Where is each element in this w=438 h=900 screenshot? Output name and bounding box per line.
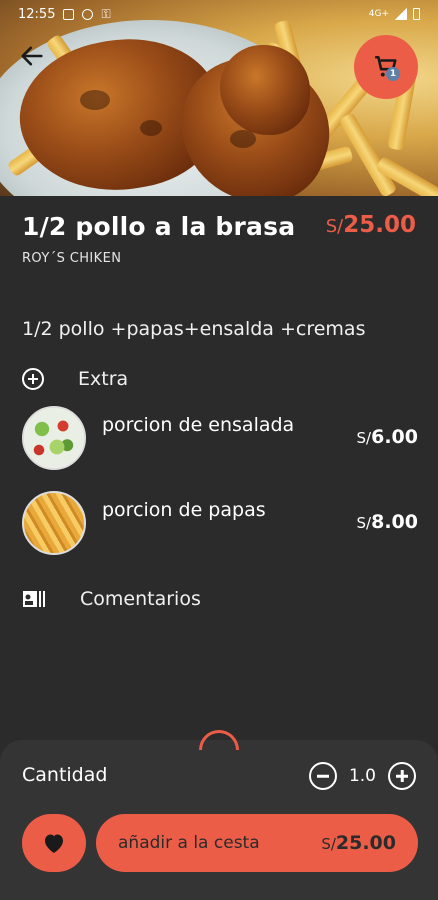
favorite-button[interactable] [22, 814, 86, 872]
fries-thumbnail [22, 491, 86, 555]
extra-item[interactable]: porcion de papas S/8.00 [22, 491, 418, 555]
quantity-value: 1.0 [348, 766, 376, 786]
total-amount: 25.00 [335, 832, 396, 854]
extra-item-amount: 6.00 [371, 426, 418, 448]
salad-thumbnail [22, 406, 86, 470]
product-price: S/25.00 [326, 212, 416, 238]
product-image [0, 0, 438, 196]
back-arrow-icon[interactable] [18, 42, 46, 70]
quantity-stepper: 1.0 [308, 762, 416, 790]
battery-icon [413, 8, 420, 20]
price-amount: 25.00 [343, 212, 416, 238]
heart-icon [45, 834, 63, 853]
decrease-quantity-button[interactable] [308, 762, 337, 790]
total-price: S/25.00 [321, 832, 396, 854]
increase-quantity-button[interactable] [388, 762, 416, 790]
extras-label: Extra [78, 368, 129, 390]
alarm-icon [82, 8, 94, 20]
extra-item-amount: 8.00 [371, 511, 418, 533]
status-bar: 12:55 ⚿ 4G+ [0, 0, 438, 28]
add-to-cart-label: añadir a la cesta [118, 833, 260, 853]
extra-item-price: S/6.00 [357, 426, 418, 448]
add-to-cart-button[interactable]: añadir a la cesta S/25.00 [96, 814, 418, 872]
cart-button[interactable]: 1 [354, 35, 418, 99]
extra-item-currency: S/ [356, 514, 372, 532]
price-currency: S/ [325, 216, 344, 237]
product-description: 1/2 pollo +papas+ensalda +cremas [22, 318, 366, 340]
extra-item-name: porcion de ensalada [102, 414, 295, 436]
add-circle-icon [22, 368, 44, 390]
extras-header: Extra [22, 368, 128, 390]
cart-count-badge: 1 [386, 67, 400, 81]
gallery-icon [63, 8, 75, 20]
comment-card-icon [23, 591, 45, 607]
extra-item-price: S/8.00 [357, 511, 418, 533]
key-icon: ⚿ [101, 6, 111, 21]
extra-item-currency: S/ [356, 429, 372, 447]
network-label: 4G+ [368, 9, 389, 19]
total-currency: S/ [321, 835, 336, 853]
quantity-label: Cantidad [22, 764, 108, 786]
status-time: 12:55 [18, 6, 56, 22]
product-title: 1/2 pollo a la brasa [22, 212, 296, 241]
comments-label: Comentarios [80, 588, 201, 610]
signal-icon [395, 8, 407, 20]
extra-item[interactable]: porcion de ensalada S/6.00 [22, 406, 418, 470]
restaurant-name: ROY´S CHIKEN [22, 251, 122, 266]
comments-row[interactable]: Comentarios [22, 588, 201, 610]
extra-item-name: porcion de papas [102, 499, 266, 521]
sheet-handle[interactable] [199, 730, 239, 750]
